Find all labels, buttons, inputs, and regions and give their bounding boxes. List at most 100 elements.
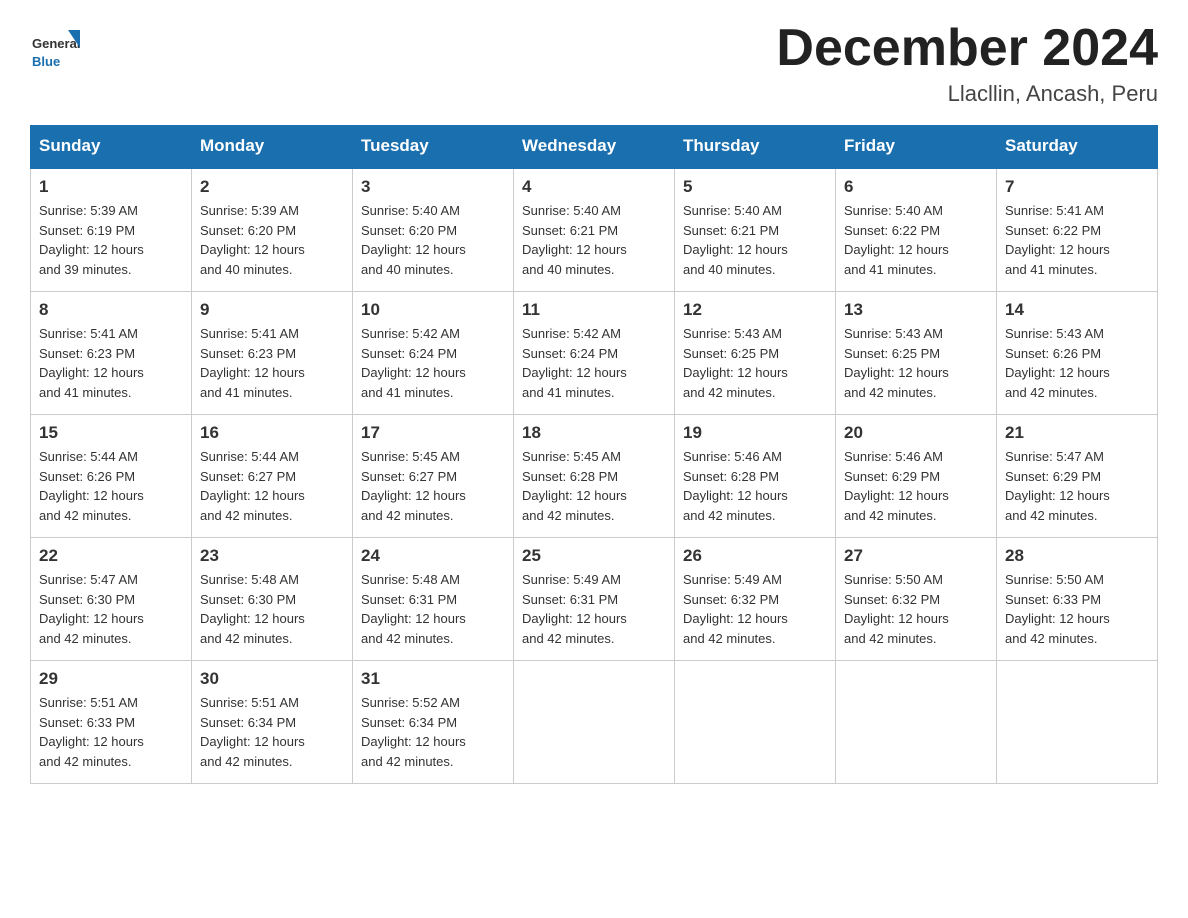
calendar-week-row: 15 Sunrise: 5:44 AM Sunset: 6:26 PM Dayl… [31, 415, 1158, 538]
calendar-cell [997, 661, 1158, 784]
sunrise-label: Sunrise: 5:42 AM [522, 326, 621, 341]
sunrise-label: Sunrise: 5:41 AM [200, 326, 299, 341]
daylight-label: Daylight: 12 hours [522, 488, 627, 503]
sun-info: Sunrise: 5:40 AM Sunset: 6:21 PM Dayligh… [683, 201, 827, 279]
daylight-minutes: and 42 minutes. [39, 631, 132, 646]
day-number: 30 [200, 669, 344, 689]
day-number: 3 [361, 177, 505, 197]
daylight-minutes: and 41 minutes. [522, 385, 615, 400]
sun-info: Sunrise: 5:46 AM Sunset: 6:28 PM Dayligh… [683, 447, 827, 525]
daylight-label: Daylight: 12 hours [361, 611, 466, 626]
sun-info: Sunrise: 5:43 AM Sunset: 6:26 PM Dayligh… [1005, 324, 1149, 402]
day-number: 27 [844, 546, 988, 566]
sun-info: Sunrise: 5:41 AM Sunset: 6:23 PM Dayligh… [39, 324, 183, 402]
day-number: 25 [522, 546, 666, 566]
sunset-label: Sunset: 6:28 PM [522, 469, 618, 484]
sunrise-label: Sunrise: 5:47 AM [39, 572, 138, 587]
calendar-cell: 29 Sunrise: 5:51 AM Sunset: 6:33 PM Dayl… [31, 661, 192, 784]
sunset-label: Sunset: 6:24 PM [361, 346, 457, 361]
sunset-label: Sunset: 6:34 PM [361, 715, 457, 730]
daylight-label: Daylight: 12 hours [683, 611, 788, 626]
sunrise-label: Sunrise: 5:44 AM [39, 449, 138, 464]
daylight-label: Daylight: 12 hours [39, 734, 144, 749]
calendar-cell: 4 Sunrise: 5:40 AM Sunset: 6:21 PM Dayli… [514, 168, 675, 292]
daylight-label: Daylight: 12 hours [844, 242, 949, 257]
page-header: General Blue December 2024 Llacllin, Anc… [30, 20, 1158, 107]
sunrise-label: Sunrise: 5:41 AM [1005, 203, 1104, 218]
sun-info: Sunrise: 5:42 AM Sunset: 6:24 PM Dayligh… [522, 324, 666, 402]
sun-info: Sunrise: 5:40 AM Sunset: 6:22 PM Dayligh… [844, 201, 988, 279]
sunrise-label: Sunrise: 5:46 AM [683, 449, 782, 464]
location-subtitle: Llacllin, Ancash, Peru [776, 81, 1158, 107]
day-number: 11 [522, 300, 666, 320]
header-monday: Monday [192, 126, 353, 168]
daylight-minutes: and 42 minutes. [683, 631, 776, 646]
calendar-cell: 13 Sunrise: 5:43 AM Sunset: 6:25 PM Dayl… [836, 292, 997, 415]
calendar-cell: 14 Sunrise: 5:43 AM Sunset: 6:26 PM Dayl… [997, 292, 1158, 415]
daylight-label: Daylight: 12 hours [200, 365, 305, 380]
sun-info: Sunrise: 5:41 AM Sunset: 6:23 PM Dayligh… [200, 324, 344, 402]
sunrise-label: Sunrise: 5:50 AM [1005, 572, 1104, 587]
daylight-minutes: and 41 minutes. [361, 385, 454, 400]
daylight-label: Daylight: 12 hours [361, 242, 466, 257]
daylight-label: Daylight: 12 hours [1005, 242, 1110, 257]
daylight-label: Daylight: 12 hours [39, 611, 144, 626]
sunset-label: Sunset: 6:31 PM [361, 592, 457, 607]
daylight-label: Daylight: 12 hours [200, 242, 305, 257]
header-thursday: Thursday [675, 126, 836, 168]
sunrise-label: Sunrise: 5:40 AM [361, 203, 460, 218]
daylight-minutes: and 40 minutes. [683, 262, 776, 277]
day-number: 1 [39, 177, 183, 197]
calendar-cell [514, 661, 675, 784]
header-friday: Friday [836, 126, 997, 168]
sunrise-label: Sunrise: 5:43 AM [844, 326, 943, 341]
daylight-minutes: and 42 minutes. [39, 508, 132, 523]
sunset-label: Sunset: 6:20 PM [361, 223, 457, 238]
sunset-label: Sunset: 6:24 PM [522, 346, 618, 361]
sun-info: Sunrise: 5:47 AM Sunset: 6:29 PM Dayligh… [1005, 447, 1149, 525]
sun-info: Sunrise: 5:44 AM Sunset: 6:27 PM Dayligh… [200, 447, 344, 525]
daylight-minutes: and 42 minutes. [200, 631, 293, 646]
calendar-cell: 5 Sunrise: 5:40 AM Sunset: 6:21 PM Dayli… [675, 168, 836, 292]
calendar-week-row: 1 Sunrise: 5:39 AM Sunset: 6:19 PM Dayli… [31, 168, 1158, 292]
logo: General Blue [30, 20, 89, 75]
sun-info: Sunrise: 5:49 AM Sunset: 6:31 PM Dayligh… [522, 570, 666, 648]
header-wednesday: Wednesday [514, 126, 675, 168]
day-number: 24 [361, 546, 505, 566]
sunrise-label: Sunrise: 5:44 AM [200, 449, 299, 464]
sun-info: Sunrise: 5:50 AM Sunset: 6:33 PM Dayligh… [1005, 570, 1149, 648]
sunrise-label: Sunrise: 5:45 AM [522, 449, 621, 464]
daylight-minutes: and 42 minutes. [844, 631, 937, 646]
day-number: 15 [39, 423, 183, 443]
sunset-label: Sunset: 6:26 PM [1005, 346, 1101, 361]
sunset-label: Sunset: 6:28 PM [683, 469, 779, 484]
calendar-cell: 11 Sunrise: 5:42 AM Sunset: 6:24 PM Dayl… [514, 292, 675, 415]
calendar-header-row: Sunday Monday Tuesday Wednesday Thursday… [31, 126, 1158, 168]
calendar-cell: 25 Sunrise: 5:49 AM Sunset: 6:31 PM Dayl… [514, 538, 675, 661]
header-sunday: Sunday [31, 126, 192, 168]
sunrise-label: Sunrise: 5:47 AM [1005, 449, 1104, 464]
daylight-minutes: and 42 minutes. [844, 508, 937, 523]
svg-text:Blue: Blue [32, 54, 60, 69]
sunset-label: Sunset: 6:25 PM [844, 346, 940, 361]
sun-info: Sunrise: 5:48 AM Sunset: 6:30 PM Dayligh… [200, 570, 344, 648]
daylight-minutes: and 41 minutes. [200, 385, 293, 400]
calendar-cell: 8 Sunrise: 5:41 AM Sunset: 6:23 PM Dayli… [31, 292, 192, 415]
day-number: 31 [361, 669, 505, 689]
daylight-label: Daylight: 12 hours [39, 242, 144, 257]
sunrise-label: Sunrise: 5:49 AM [522, 572, 621, 587]
sunset-label: Sunset: 6:29 PM [844, 469, 940, 484]
calendar-cell: 21 Sunrise: 5:47 AM Sunset: 6:29 PM Dayl… [997, 415, 1158, 538]
daylight-label: Daylight: 12 hours [683, 488, 788, 503]
day-number: 17 [361, 423, 505, 443]
daylight-minutes: and 42 minutes. [1005, 631, 1098, 646]
svg-text:General: General [32, 36, 80, 51]
calendar-cell: 20 Sunrise: 5:46 AM Sunset: 6:29 PM Dayl… [836, 415, 997, 538]
sun-info: Sunrise: 5:40 AM Sunset: 6:21 PM Dayligh… [522, 201, 666, 279]
daylight-minutes: and 42 minutes. [200, 508, 293, 523]
daylight-minutes: and 42 minutes. [522, 631, 615, 646]
sunset-label: Sunset: 6:19 PM [39, 223, 135, 238]
sunset-label: Sunset: 6:27 PM [200, 469, 296, 484]
sun-info: Sunrise: 5:45 AM Sunset: 6:28 PM Dayligh… [522, 447, 666, 525]
calendar-cell: 7 Sunrise: 5:41 AM Sunset: 6:22 PM Dayli… [997, 168, 1158, 292]
